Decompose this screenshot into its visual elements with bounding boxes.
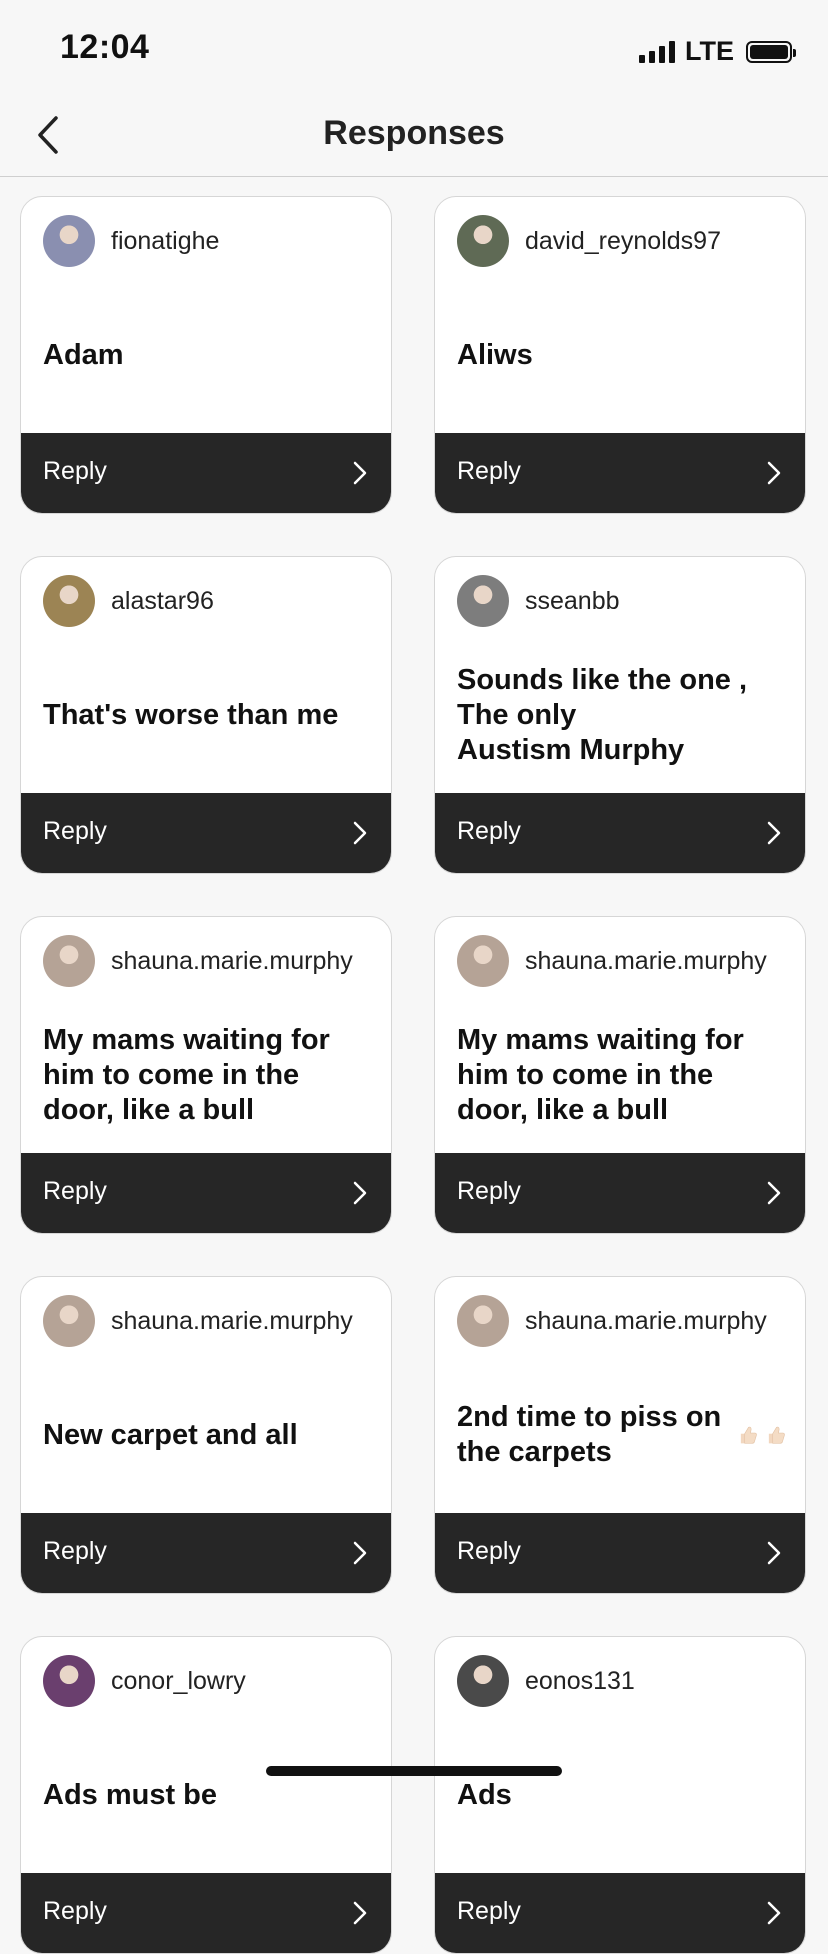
thumbs-up-icon: [769, 1426, 786, 1444]
reply-button[interactable]: Reply: [435, 1153, 805, 1233]
reply-label: Reply: [43, 817, 107, 845]
response-message-text: Aliws: [457, 338, 533, 371]
response-message: Ads: [457, 1717, 787, 1873]
reply-label: Reply: [43, 1177, 107, 1205]
username[interactable]: shauna.marie.murphy: [525, 947, 767, 976]
cellular-signal-icon: [639, 40, 675, 63]
chevron-right-icon: [767, 1181, 781, 1205]
battery-icon: [746, 40, 796, 63]
reply-label: Reply: [457, 457, 521, 485]
chevron-right-icon: [767, 1541, 781, 1565]
reply-label: Reply: [43, 1897, 107, 1925]
response-card[interactable]: shauna.marie.murphy New carpet and all Rep…: [20, 1276, 392, 1594]
response-card[interactable]: alastar96 That's worse than me Reply: [20, 556, 392, 874]
reply-button[interactable]: Reply: [435, 1873, 805, 1953]
chevron-right-icon: [353, 461, 367, 485]
response-card[interactable]: fionatighe Adam Reply: [20, 196, 392, 514]
response-message-text: My mams waiting for him to come in the d…: [43, 1023, 330, 1126]
reply-button[interactable]: Reply: [21, 1873, 391, 1953]
network-type: LTE: [685, 36, 734, 66]
chevron-right-icon: [767, 1901, 781, 1925]
response-message: Aliws: [457, 277, 787, 433]
page-title: Responses: [323, 114, 505, 152]
home-indicator[interactable]: [266, 1766, 562, 1776]
avatar[interactable]: [43, 1655, 95, 1707]
response-message-text: New carpet and all: [43, 1418, 298, 1451]
chevron-right-icon: [767, 821, 781, 845]
response-message: My mams waiting for him to come in the d…: [457, 997, 787, 1153]
reply-button[interactable]: Reply: [21, 793, 391, 873]
username[interactable]: shauna.marie.murphy: [525, 1307, 767, 1336]
reply-label: Reply: [457, 1537, 521, 1565]
response-message: New carpet and all: [43, 1357, 373, 1513]
reply-label: Reply: [457, 1177, 521, 1205]
response-message-text: Adam: [43, 338, 124, 371]
avatar[interactable]: [43, 1295, 95, 1347]
response-message-text: Ads must be: [43, 1778, 218, 1811]
response-message: Adam: [43, 277, 373, 433]
avatar[interactable]: [43, 215, 95, 267]
reply-button[interactable]: Reply: [435, 1513, 805, 1593]
reply-button[interactable]: Reply: [21, 433, 391, 513]
chevron-right-icon: [353, 821, 367, 845]
status-bar: 12:04 LTE: [0, 0, 828, 96]
response-message: 2nd time to piss on the carpets: [457, 1357, 787, 1513]
response-message: My mams waiting for him to come in the d…: [43, 997, 373, 1153]
reply-button[interactable]: Reply: [435, 793, 805, 873]
avatar[interactable]: [457, 935, 509, 987]
response-message-text: My mams waiting for him to come in the d…: [457, 1023, 744, 1126]
username[interactable]: sseanbb: [525, 587, 620, 616]
username[interactable]: david_reynolds97: [525, 227, 721, 256]
chevron-right-icon: [353, 1181, 367, 1205]
chevron-right-icon: [353, 1901, 367, 1925]
username[interactable]: conor_lowry: [111, 1667, 246, 1696]
response-message: Ads must be: [43, 1717, 373, 1873]
chevron-right-icon: [353, 1541, 367, 1565]
response-message-text: 2nd time to piss on the carpets: [457, 1401, 722, 1468]
response-message: That's worse than me: [43, 637, 373, 793]
chevron-right-icon: [767, 461, 781, 485]
response-card[interactable]: sseanbb Sounds like the one , The only Au…: [434, 556, 806, 874]
response-message-text: Ads: [457, 1778, 512, 1811]
response-card[interactable]: shauna.marie.murphy My mams waiting for h…: [20, 916, 392, 1234]
username[interactable]: alastar96: [111, 587, 214, 616]
response-card[interactable]: eonos131 Ads Reply: [434, 1636, 806, 1954]
username[interactable]: fionatighe: [111, 227, 219, 256]
reply-button[interactable]: Reply: [21, 1153, 391, 1233]
avatar[interactable]: [457, 1655, 509, 1707]
avatar[interactable]: [457, 215, 509, 267]
status-time: 12:04: [60, 28, 150, 66]
avatar[interactable]: [457, 1295, 509, 1347]
username[interactable]: eonos131: [525, 1667, 635, 1696]
username[interactable]: shauna.marie.murphy: [111, 1307, 353, 1336]
response-message-text: Sounds like the one , The only Austism M…: [457, 663, 748, 766]
avatar[interactable]: [457, 575, 509, 627]
thumbs-up-icon: [741, 1426, 758, 1444]
avatar[interactable]: [43, 575, 95, 627]
reply-label: Reply: [457, 1897, 521, 1925]
response-message: Sounds like the one , The only Austism M…: [457, 637, 787, 793]
reply-label: Reply: [43, 1537, 107, 1565]
response-card[interactable]: david_reynolds97 Aliws Reply: [434, 196, 806, 514]
response-message-text: That's worse than me: [43, 698, 339, 731]
reply-label: Reply: [43, 457, 107, 485]
navigation-bar: Responses: [0, 96, 828, 177]
response-card[interactable]: shauna.marie.murphy My mams waiting for h…: [434, 916, 806, 1234]
avatar[interactable]: [43, 935, 95, 987]
reply-button[interactable]: Reply: [21, 1513, 391, 1593]
response-card[interactable]: shauna.marie.murphy 2nd time to piss on t…: [434, 1276, 806, 1594]
username[interactable]: shauna.marie.murphy: [111, 947, 353, 976]
reply-button[interactable]: Reply: [435, 433, 805, 513]
reply-label: Reply: [457, 817, 521, 845]
status-indicators: LTE: [639, 36, 796, 67]
response-card[interactable]: conor_lowry Ads must be Reply: [20, 1636, 392, 1954]
